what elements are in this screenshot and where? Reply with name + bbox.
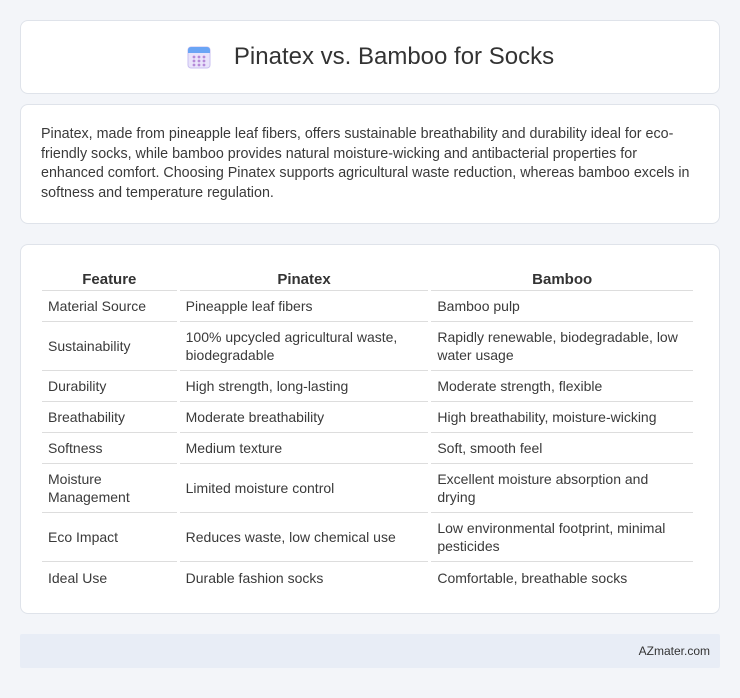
pinatex-cell: Limited moisture control: [179, 464, 429, 513]
table-row: Moisture Management Limited moisture con…: [42, 464, 693, 513]
pinatex-cell: Pineapple leaf fibers: [179, 291, 429, 322]
bamboo-cell: Bamboo pulp: [431, 291, 693, 322]
feature-cell: Durability: [42, 371, 177, 402]
page-title: Pinatex vs. Bamboo for Socks: [233, 43, 555, 70]
footer: AZmater.com: [20, 634, 720, 668]
feature-cell: Material Source: [42, 291, 177, 322]
table-row: Sustainability 100% upcycled agricultura…: [42, 322, 693, 371]
pinatex-cell: High strength, long-lasting: [179, 371, 429, 402]
title-card: Pinatex vs. Bamboo for Socks: [20, 20, 720, 94]
table-header-row: Feature Pinatex Bamboo: [42, 265, 693, 291]
table-row: Softness Medium texture Soft, smooth fee…: [42, 433, 693, 464]
pinatex-cell: Durable fashion socks: [185, 569, 324, 586]
table-row: Eco Impact Reduces waste, low chemical u…: [42, 513, 693, 562]
bamboo-cell: Moderate strength, flexible: [431, 371, 693, 402]
calendar-icon: [186, 44, 212, 70]
header-pinatex: Pinatex: [179, 265, 429, 291]
summary-card: Pinatex, made from pineapple leaf fibers…: [20, 104, 720, 224]
bamboo-cell: Comfortable, breathable socks: [437, 569, 628, 586]
bamboo-cell: Excellent moisture absorption and drying: [431, 464, 693, 513]
comparison-table: Feature Pinatex Bamboo Material Source P…: [39, 265, 696, 593]
bamboo-cell: Rapidly renewable, biodegradable, low wa…: [431, 322, 693, 371]
pinatex-cell: 100% upcycled agricultural waste, biodeg…: [179, 322, 429, 371]
feature-cell: Sustainability: [42, 322, 177, 371]
table-row: Material Source Pineapple leaf fibers Ba…: [42, 291, 693, 322]
header-feature: Feature: [42, 265, 177, 291]
table-row: Ideal Use Durable fashion socks Comforta…: [42, 562, 693, 593]
pinatex-cell: Medium texture: [179, 433, 429, 464]
feature-cell: Eco Impact: [42, 513, 177, 562]
table-row: Breathability Moderate breathability Hig…: [42, 402, 693, 433]
feature-cell: Moisture Management: [42, 464, 177, 513]
table-row: Durability High strength, long-lasting M…: [42, 371, 693, 402]
summary-text: Pinatex, made from pineapple leaf fibers…: [41, 126, 690, 201]
feature-cell: Ideal Use: [48, 569, 108, 586]
footer-brand: AZmater.com: [638, 644, 710, 658]
pinatex-cell: Reduces waste, low chemical use: [179, 513, 429, 562]
bamboo-cell: Soft, smooth feel: [431, 433, 693, 464]
bamboo-cell: High breathability, moisture-wicking: [431, 402, 693, 433]
feature-cell: Breathability: [42, 402, 177, 433]
pinatex-cell: Moderate breathability: [179, 402, 429, 433]
header-bamboo: Bamboo: [431, 265, 693, 291]
comparison-table-card: Feature Pinatex Bamboo Material Source P…: [20, 244, 720, 614]
bamboo-cell: Low environmental footprint, minimal pes…: [431, 513, 693, 562]
feature-cell: Softness: [42, 433, 177, 464]
